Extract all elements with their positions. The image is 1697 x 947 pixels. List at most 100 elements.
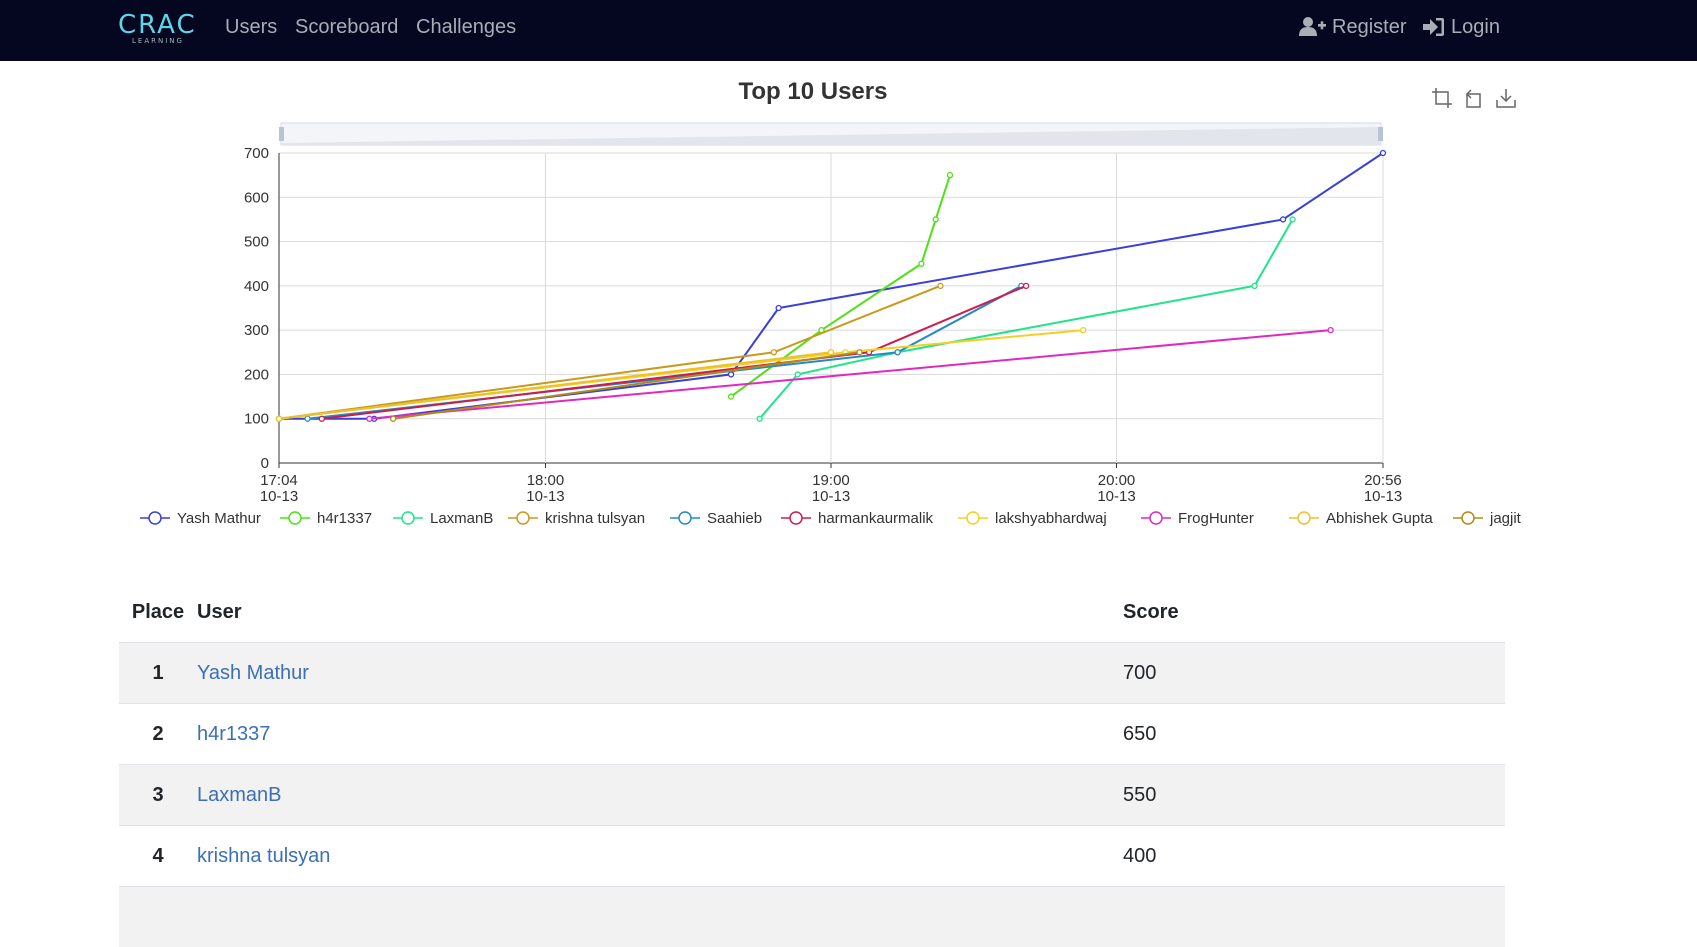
scoreboard-chart: Top 10 Users 010020030040050060070017:04… [0,61,1697,541]
x-tick-date-label: 10-13 [526,488,564,505]
brand-logo[interactable]: CRAC LEARNING [118,10,198,48]
legend-label: Yash Mathur [177,510,261,527]
legend-swatch-marker [1298,512,1310,524]
logo-subtext: LEARNING [132,37,184,45]
series-line [279,352,831,418]
data-point [757,416,762,421]
nav-scoreboard[interactable]: Scoreboard [295,15,398,39]
data-point [729,372,734,377]
legend-swatch-marker [402,512,414,524]
header-place: Place [119,583,197,643]
data-point [367,416,372,421]
row-user: krishna tulsyan [197,826,1123,887]
table-row: 2 h4r1337 650 [119,704,1505,765]
y-tick-label: 200 [244,366,269,383]
row-user: h4r1337 [197,704,1123,765]
y-tick-label: 100 [244,411,269,428]
legend-swatch-marker [289,512,301,524]
legend-item[interactable]: jagjit [1453,510,1522,527]
row-user: LaxmanB [197,765,1123,826]
x-tick-label: 17:04 [260,472,298,489]
user-link[interactable]: h4r1337 [197,723,270,745]
series-line [308,286,1022,419]
table-row [119,887,1505,947]
legend-swatch-marker [967,512,979,524]
series-line [393,352,859,418]
row-place: 3 [119,765,197,826]
y-tick-label: 300 [244,322,269,339]
legend-swatch-marker [679,512,691,524]
x-tick-date-label: 10-13 [260,488,298,505]
data-point [1281,217,1286,222]
x-tick-label: 18:00 [527,472,565,489]
row-score: 400 [1123,826,1505,887]
data-point [829,350,834,355]
legend-item[interactable]: Yash Mathur [140,510,261,527]
row-place: 1 [119,643,197,704]
legend-item[interactable]: Saahieb [670,510,762,527]
data-point [1024,283,1029,288]
data-point [305,416,310,421]
data-point [1081,328,1086,333]
y-tick-label: 600 [244,189,269,206]
x-tick-date-label: 10-13 [812,488,850,505]
legend-item[interactable]: lakshyabhardwaj [958,510,1107,527]
data-point [1290,217,1295,222]
row-score: 650 [1123,704,1505,765]
table-row: 3 LaxmanB 550 [119,765,1505,826]
nav-challenges[interactable]: Challenges [416,15,516,39]
legend-swatch-marker [517,512,529,524]
legend-item[interactable]: krishna tulsyan [508,510,645,527]
login-link[interactable]: Login [1423,15,1500,39]
legend-label: h4r1337 [317,510,372,527]
data-point [895,350,900,355]
navbar: CRAC LEARNING Users Scoreboard Challenge… [0,0,1697,61]
y-tick-label: 0 [261,455,269,472]
user-link[interactable]: LaxmanB [197,784,282,806]
sign-in-icon [1423,17,1445,37]
legend-item[interactable]: FrogHunter [1141,510,1254,527]
data-point [1328,328,1333,333]
data-point [391,416,396,421]
nav-users[interactable]: Users [225,15,277,39]
user-link[interactable]: krishna tulsyan [197,845,330,867]
y-tick-label: 400 [244,278,269,295]
legend-swatch-marker [1462,512,1474,524]
x-tick-label: 20:56 [1364,472,1402,489]
legend-swatch-marker [149,512,161,524]
register-link[interactable]: Register [1299,15,1406,39]
x-tick-date-label: 10-13 [1097,488,1135,505]
data-point [938,283,943,288]
x-tick-label: 20:00 [1098,472,1136,489]
data-point [857,350,862,355]
legend-item[interactable]: LaxmanB [393,510,493,527]
legend-label: jagjit [1489,510,1522,527]
table-row: 1 Yash Mathur 700 [119,643,1505,704]
data-point [771,350,776,355]
legend-swatch-marker [1150,512,1162,524]
data-point [729,394,734,399]
x-tick-date-label: 10-13 [1364,488,1402,505]
data-point [947,173,952,178]
user-plus-icon [1299,16,1326,38]
datazoom-handle-right [1378,127,1383,141]
row-place: 2 [119,704,197,765]
row-place: 4 [119,826,197,887]
legend-item[interactable]: harmankaurmalik [781,510,934,527]
data-point [319,416,324,421]
data-point [776,306,781,311]
legend-item[interactable]: h4r1337 [280,510,372,527]
table-header-row: Place User Score [119,583,1505,643]
legend-label: krishna tulsyan [545,510,645,527]
data-point [919,261,924,266]
legend-swatch-marker [790,512,802,524]
data-point [795,372,800,377]
y-tick-label: 700 [244,145,269,162]
row-score: 550 [1123,765,1505,826]
datazoom-handle-left [279,127,284,141]
data-point [277,416,282,421]
legend-label: lakshyabhardwaj [995,510,1107,527]
legend-item[interactable]: Abhishek Gupta [1289,510,1433,527]
user-link[interactable]: Yash Mathur [197,662,309,684]
scoreboard-table: Place User Score 1 Yash Mathur 700 2 h4r… [119,583,1505,947]
